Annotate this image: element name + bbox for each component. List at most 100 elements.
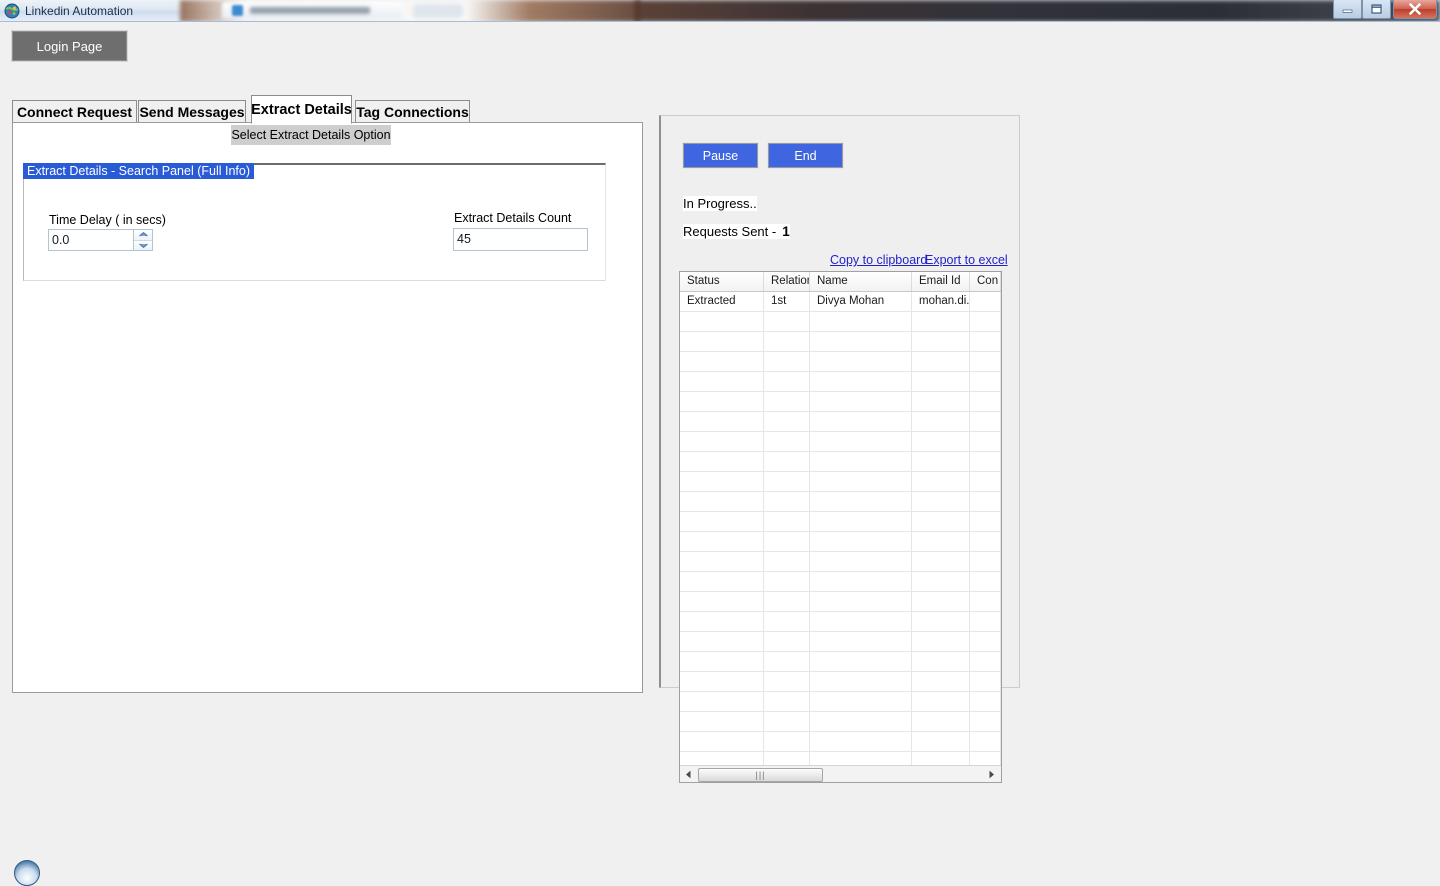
grid-cell bbox=[764, 732, 810, 751]
select-extract-details-option-chip[interactable]: Select Extract Details Option bbox=[231, 125, 391, 145]
scroll-left-button[interactable] bbox=[680, 766, 696, 783]
grid-cell bbox=[680, 672, 764, 691]
grid-row[interactable] bbox=[680, 712, 1001, 732]
grid-cell: mohan.di... bbox=[912, 292, 970, 311]
grid-cell bbox=[764, 692, 810, 711]
pause-button[interactable]: Pause bbox=[682, 142, 759, 169]
grid-cell bbox=[764, 452, 810, 471]
grid-cell bbox=[764, 332, 810, 351]
grid-row[interactable] bbox=[680, 692, 1001, 712]
grid-row[interactable] bbox=[680, 732, 1001, 752]
grid-cell bbox=[764, 592, 810, 611]
grid-cell bbox=[680, 632, 764, 651]
grid-cell bbox=[970, 472, 1001, 491]
background-browser-tab-secondary bbox=[413, 4, 463, 18]
grid-cell bbox=[810, 652, 912, 671]
background-browser-favicon-icon bbox=[232, 5, 243, 16]
grid-row[interactable] bbox=[680, 612, 1001, 632]
grid-row[interactable] bbox=[680, 412, 1001, 432]
grid-row[interactable] bbox=[680, 632, 1001, 652]
grid-row[interactable] bbox=[680, 572, 1001, 592]
grid-row[interactable] bbox=[680, 372, 1001, 392]
time-delay-input[interactable]: 0.0 bbox=[48, 229, 134, 251]
grid-cell bbox=[764, 632, 810, 651]
grid-cell bbox=[970, 652, 1001, 671]
grid-cell bbox=[912, 732, 970, 751]
grid-cell bbox=[970, 692, 1001, 711]
chevron-down-icon bbox=[138, 243, 148, 248]
grid-cell bbox=[912, 492, 970, 511]
grid-row[interactable] bbox=[680, 672, 1001, 692]
extract-details-count-input[interactable]: 45 bbox=[453, 228, 588, 251]
grid-column-header[interactable]: Relation bbox=[764, 272, 810, 291]
tab-extract-details[interactable]: Extract Details bbox=[251, 95, 352, 124]
grid-cell bbox=[680, 392, 764, 411]
grid-row[interactable] bbox=[680, 452, 1001, 472]
grid-cell bbox=[970, 612, 1001, 631]
grid-cell bbox=[680, 312, 764, 331]
grid-row[interactable] bbox=[680, 312, 1001, 332]
end-button[interactable]: End bbox=[767, 142, 844, 169]
grid-cell bbox=[970, 332, 1001, 351]
grid-row[interactable] bbox=[680, 532, 1001, 552]
grid-cell bbox=[680, 372, 764, 391]
grid-cell bbox=[970, 572, 1001, 591]
grid-column-header[interactable]: Con bbox=[970, 272, 1001, 291]
scrollbar-thumb[interactable]: ||| bbox=[698, 768, 823, 782]
maximize-button[interactable] bbox=[1362, 0, 1391, 19]
grid-row[interactable] bbox=[680, 512, 1001, 532]
export-to-excel-link[interactable]: Export to excel bbox=[925, 253, 1008, 267]
grid-cell bbox=[970, 412, 1001, 431]
grid-cell bbox=[680, 432, 764, 451]
grid-cell bbox=[970, 532, 1001, 551]
login-page-button[interactable]: Login Page bbox=[11, 30, 128, 62]
grid-row[interactable] bbox=[680, 652, 1001, 672]
grid-cell bbox=[810, 552, 912, 571]
grid-cell bbox=[680, 452, 764, 471]
grid-row[interactable] bbox=[680, 592, 1001, 612]
minimize-button[interactable] bbox=[1333, 0, 1362, 19]
tab-tag-connections[interactable]: Tag Connections bbox=[355, 100, 470, 124]
grid-cell bbox=[810, 532, 912, 551]
grid-cell bbox=[912, 612, 970, 631]
requests-sent-label: Requests Sent - bbox=[683, 224, 777, 239]
grid-row[interactable]: Extracted1stDivya Mohanmohan.di... bbox=[680, 292, 1001, 312]
grid-cell bbox=[810, 632, 912, 651]
grid-cell bbox=[810, 512, 912, 531]
grid-cell bbox=[810, 592, 912, 611]
grid-cell bbox=[970, 512, 1001, 531]
grid-row[interactable] bbox=[680, 432, 1001, 452]
grid-column-header[interactable]: Email Id bbox=[912, 272, 970, 291]
grid-cell bbox=[912, 512, 970, 531]
grid-row[interactable] bbox=[680, 472, 1001, 492]
grid-row[interactable] bbox=[680, 492, 1001, 512]
copy-to-clipboard-link[interactable]: Copy to clipboard bbox=[830, 253, 927, 267]
tab-send-messages[interactable]: Send Messages bbox=[138, 100, 246, 124]
grid-cell bbox=[970, 292, 1001, 311]
chevron-up-icon bbox=[138, 232, 148, 237]
grid-row[interactable] bbox=[680, 552, 1001, 572]
grid-column-header[interactable]: Status bbox=[680, 272, 764, 291]
background-window-blur-right bbox=[635, 0, 1440, 21]
grid-cell bbox=[810, 372, 912, 391]
grid-cell bbox=[912, 532, 970, 551]
extracted-results-grid[interactable]: Status Relation Name Email Id Con Extracted 1… bbox=[679, 271, 1002, 783]
close-button[interactable] bbox=[1393, 0, 1437, 19]
window-titlebar[interactable]: Linkedin Automation bbox=[0, 0, 1440, 22]
grid-horizontal-scrollbar[interactable]: ||| bbox=[680, 765, 1001, 782]
grid-cell bbox=[764, 532, 810, 551]
grid-row[interactable] bbox=[680, 332, 1001, 352]
grid-column-header[interactable]: Name bbox=[810, 272, 912, 291]
stepper-up-button[interactable] bbox=[134, 230, 152, 241]
grid-cell bbox=[970, 712, 1001, 731]
time-delay-stepper[interactable] bbox=[134, 229, 153, 251]
grid-cell bbox=[912, 552, 970, 571]
grid-row[interactable] bbox=[680, 352, 1001, 372]
grid-cell bbox=[764, 652, 810, 671]
scroll-right-button[interactable] bbox=[983, 766, 999, 783]
stepper-down-button[interactable] bbox=[134, 240, 152, 250]
grid-row[interactable] bbox=[680, 392, 1001, 412]
grid-cell bbox=[810, 672, 912, 691]
grid-cell bbox=[810, 712, 912, 731]
tab-connect-request[interactable]: Connect Request bbox=[12, 100, 137, 124]
